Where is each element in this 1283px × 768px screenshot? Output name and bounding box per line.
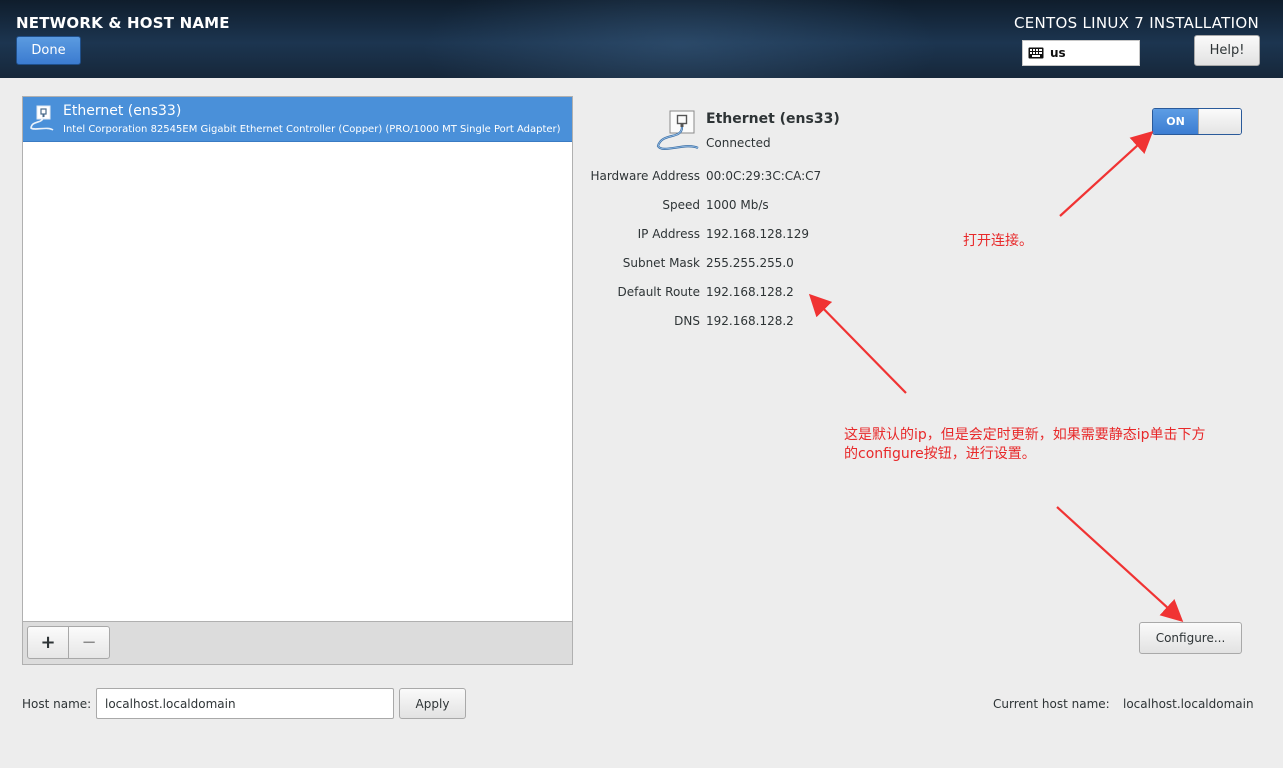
annotation-ip-note-line2: 的configure按钮，进行设置。 bbox=[844, 446, 1036, 462]
connection-toggle[interactable]: ON bbox=[1152, 108, 1242, 135]
current-host-name-value: localhost.localdomain bbox=[1123, 697, 1254, 711]
annotation-ip-note-line1: 这是默认的ip，但是会定时更新，如果需要静态ip单击下方 bbox=[844, 427, 1206, 443]
speed-value: 1000 Mb/s bbox=[706, 198, 769, 212]
speed-label: Speed bbox=[662, 198, 700, 212]
help-button[interactable]: Help! bbox=[1194, 35, 1260, 66]
device-detail-name: Ethernet (ens33) bbox=[706, 111, 840, 127]
header-bar: NETWORK & HOST NAME Done CENTOS LINUX 7 … bbox=[0, 0, 1283, 78]
ethernet-large-icon bbox=[656, 110, 699, 150]
remove-device-button[interactable]: − bbox=[68, 626, 110, 659]
host-name-input[interactable] bbox=[96, 688, 394, 719]
device-list-item-ens33[interactable]: Ethernet (ens33) Intel Corporation 82545… bbox=[23, 97, 572, 142]
configure-button[interactable]: Configure... bbox=[1139, 622, 1242, 654]
host-name-label: Host name: bbox=[22, 697, 92, 711]
default-route-value: 192.168.128.2 bbox=[706, 285, 794, 299]
dns-label: DNS bbox=[674, 314, 700, 328]
hardware-address-label: Hardware Address bbox=[590, 169, 700, 183]
ip-address-label: IP Address bbox=[637, 227, 700, 241]
connection-status: Connected bbox=[706, 136, 771, 150]
hardware-address-value: 00:0C:29:3C:CA:C7 bbox=[706, 169, 822, 183]
arrow-to-configure bbox=[1056, 506, 1184, 622]
annotation-toggle-note: 打开连接。 bbox=[963, 233, 1033, 249]
ip-address-value: 192.168.128.129 bbox=[706, 227, 810, 241]
device-list: Ethernet (ens33) Intel Corporation 82545… bbox=[22, 96, 573, 665]
ethernet-icon bbox=[30, 105, 54, 131]
device-description: Intel Corporation 82545EM Gigabit Ethern… bbox=[63, 124, 561, 135]
current-host-name-label: Current host name: bbox=[993, 697, 1110, 711]
arrow-to-ip-info bbox=[808, 293, 907, 394]
default-route-label: Default Route bbox=[617, 285, 701, 299]
device-list-toolbar: + − bbox=[23, 621, 572, 664]
keyboard-icon bbox=[1028, 47, 1044, 59]
done-button[interactable]: Done bbox=[16, 36, 81, 65]
subnet-mask-label: Subnet Mask bbox=[622, 256, 700, 270]
subnet-mask-value: 255.255.255.0 bbox=[706, 256, 794, 270]
toggle-knob[interactable] bbox=[1198, 109, 1241, 134]
toggle-on-label: ON bbox=[1153, 109, 1198, 134]
page-title: NETWORK & HOST NAME bbox=[16, 14, 230, 32]
device-name: Ethernet (ens33) bbox=[63, 103, 182, 119]
dns-value: 192.168.128.2 bbox=[706, 314, 794, 328]
arrow-to-toggle bbox=[1059, 131, 1154, 217]
keyboard-layout-indicator[interactable]: us bbox=[1022, 40, 1140, 66]
apply-button[interactable]: Apply bbox=[399, 688, 466, 719]
keyboard-layout-label: us bbox=[1050, 46, 1066, 60]
product-title: CENTOS LINUX 7 INSTALLATION bbox=[1013, 14, 1259, 32]
add-device-button[interactable]: + bbox=[27, 626, 69, 659]
